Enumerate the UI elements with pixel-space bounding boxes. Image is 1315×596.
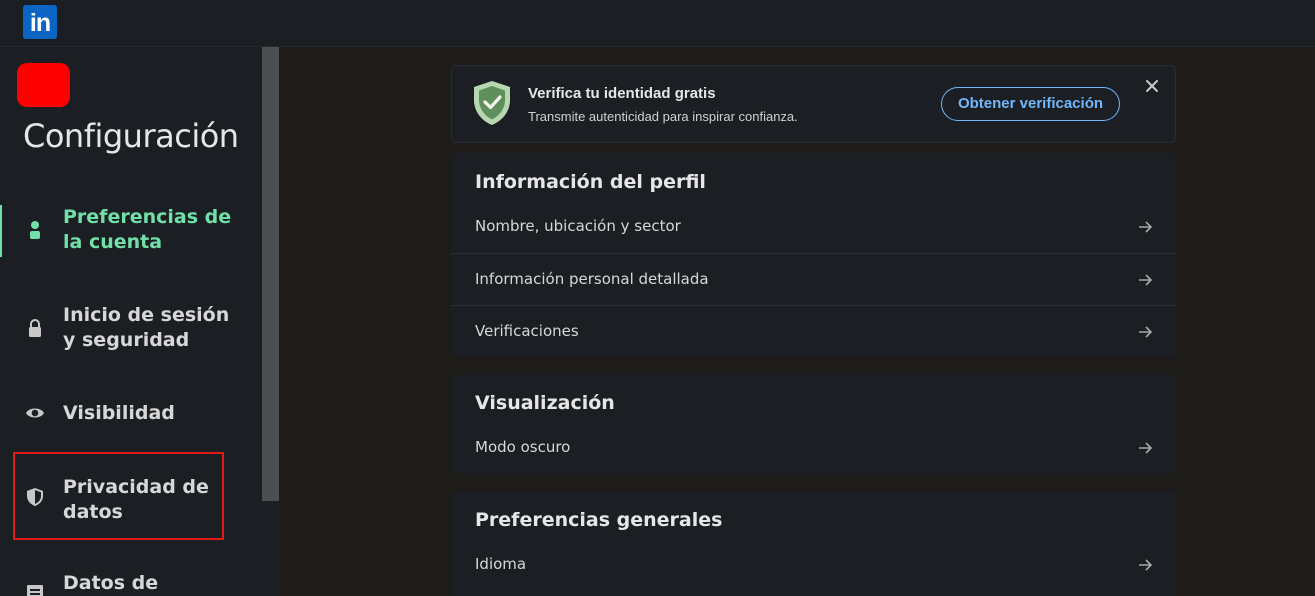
get-verification-button[interactable]: Obtener verificación	[941, 87, 1120, 121]
arrow-right-icon	[1139, 442, 1153, 454]
list-item[interactable]: Información personal detallada	[451, 253, 1176, 305]
list-item[interactable]: Verificaciones	[451, 305, 1176, 357]
arrow-right-icon	[1139, 221, 1153, 233]
arrow-right-icon	[1139, 274, 1153, 286]
avatar[interactable]	[17, 63, 70, 107]
active-indicator	[0, 205, 2, 257]
section-title: Visualización	[475, 392, 615, 414]
list-item[interactable]: Idioma	[451, 539, 1176, 591]
verify-subtitle: Transmite autenticidad para inspirar con…	[528, 109, 798, 124]
sidebar-item-signin-security[interactable]: Inicio de sesión y seguridad	[0, 303, 262, 355]
sidebar-item-label: Datos de	[63, 572, 159, 594]
page-title: Configuración	[23, 117, 239, 155]
display-card: Visualización Modo oscuro	[451, 374, 1176, 474]
row-label: Información personal detallada	[475, 270, 709, 288]
top-bar: in	[0, 0, 1315, 47]
lock-icon	[29, 319, 41, 337]
verify-banner: Verifica tu identidad gratis Transmite a…	[451, 65, 1176, 143]
sidebar-item-data[interactable]: Datos de	[0, 571, 262, 596]
sidebar-item-visibility[interactable]: Visibilidad	[0, 401, 262, 427]
arrow-right-icon	[1139, 326, 1153, 338]
highlight-annotation	[13, 452, 224, 540]
row-label: Nombre, ubicación y sector	[475, 217, 681, 235]
section-title: Preferencias generales	[475, 509, 723, 531]
sidebar-item-label: Visibilidad	[63, 402, 175, 424]
row-label: Modo oscuro	[475, 438, 571, 456]
verify-title: Verifica tu identidad gratis	[528, 85, 716, 102]
sidebar-item-label: Preferencias de la cuenta	[63, 206, 232, 253]
list-item[interactable]: Modo oscuro	[451, 422, 1176, 474]
close-icon[interactable]	[1144, 78, 1160, 94]
linkedin-logo[interactable]: in	[23, 5, 57, 39]
scrollbar-thumb[interactable]	[262, 47, 279, 501]
sidebar-scrollbar[interactable]	[262, 47, 279, 596]
sidebar-item-label: Inicio de sesión y seguridad	[63, 304, 230, 351]
list-item[interactable]: Nombre, ubicación y sector	[451, 201, 1176, 253]
profile-info-card: Información del perfil Nombre, ubicación…	[451, 153, 1176, 357]
section-title: Información del perfil	[475, 171, 706, 193]
eye-icon	[26, 408, 44, 418]
person-icon	[30, 221, 40, 239]
row-label: Verificaciones	[475, 322, 579, 340]
verified-shield-icon	[474, 81, 510, 125]
document-icon	[27, 585, 43, 596]
general-preferences-card: Preferencias generales Idioma	[451, 491, 1176, 596]
arrow-right-icon	[1139, 559, 1153, 571]
row-label: Idioma	[475, 555, 527, 573]
sidebar-item-account-preferences[interactable]: Preferencias de la cuenta	[0, 205, 262, 257]
